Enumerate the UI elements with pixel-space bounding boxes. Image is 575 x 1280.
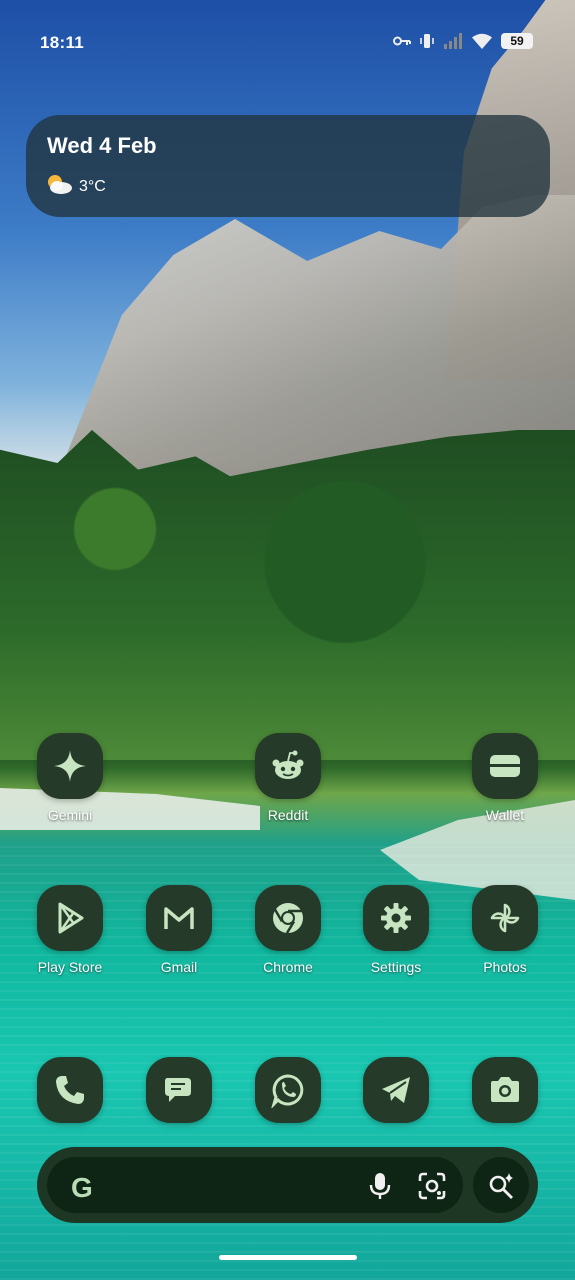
at-a-glance-widget[interactable]: Wed 4 Feb 3°C <box>26 115 550 217</box>
google-search-bar[interactable]: G <box>37 1147 538 1223</box>
photos-pinwheel-icon <box>472 885 538 951</box>
reddit-icon <box>255 733 321 799</box>
status-icons: 59 <box>393 33 533 49</box>
dock-phone[interactable] <box>25 1057 115 1123</box>
phone-icon <box>37 1057 103 1123</box>
widget-date: Wed 4 Feb <box>47 133 157 158</box>
app-label: Photos <box>483 959 527 975</box>
wifi-icon <box>472 33 492 49</box>
vibrate-icon <box>420 33 434 49</box>
chrome-icon <box>255 885 321 951</box>
app-label: Gemini <box>47 807 93 823</box>
gesture-navigation-bar[interactable] <box>219 1255 357 1260</box>
play-store-icon <box>37 885 103 951</box>
dock-telegram[interactable] <box>351 1057 441 1123</box>
app-settings[interactable]: Settings <box>351 885 441 975</box>
battery-icon: 59 <box>501 33 533 49</box>
status-bar: 18:11 59 <box>0 0 575 84</box>
app-label: Reddit <box>267 807 309 823</box>
key-icon <box>393 35 411 47</box>
search-input[interactable]: G <box>47 1157 463 1213</box>
app-gemini[interactable]: Gemini <box>25 733 115 823</box>
app-label: Settings <box>370 959 422 975</box>
app-label: Wallet <box>485 807 525 823</box>
forest <box>0 430 575 760</box>
gmail-icon <box>146 885 212 951</box>
dock-messages[interactable] <box>134 1057 224 1123</box>
ai-search-icon[interactable] <box>473 1157 529 1213</box>
partly-cloudy-icon <box>45 173 73 200</box>
weather-info[interactable]: 3°C <box>45 173 106 200</box>
app-play-store[interactable]: Play Store <box>25 885 115 975</box>
gear-icon <box>363 885 429 951</box>
google-logo: G <box>71 1172 93 1203</box>
gemini-sparkle-icon <box>37 733 103 799</box>
telegram-icon <box>363 1057 429 1123</box>
app-reddit[interactable]: Reddit <box>243 733 333 823</box>
google-lens-icon[interactable] <box>417 1171 447 1206</box>
dock-whatsapp[interactable] <box>243 1057 333 1123</box>
microphone-icon[interactable] <box>367 1171 393 1206</box>
app-label: Chrome <box>263 959 313 975</box>
signal-icon <box>443 33 463 49</box>
dock-camera[interactable] <box>460 1057 550 1123</box>
messages-icon <box>146 1057 212 1123</box>
app-label: Play Store <box>37 959 103 975</box>
app-label: Gmail <box>160 959 198 975</box>
app-wallet[interactable]: Wallet <box>460 733 550 823</box>
temperature: 3°C <box>79 177 106 195</box>
app-gmail[interactable]: Gmail <box>134 885 224 975</box>
camera-icon <box>472 1057 538 1123</box>
status-time: 18:11 <box>40 33 85 52</box>
app-chrome[interactable]: Chrome <box>243 885 333 975</box>
app-photos[interactable]: Photos <box>460 885 550 975</box>
whatsapp-icon <box>255 1057 321 1123</box>
wallet-icon <box>472 733 538 799</box>
